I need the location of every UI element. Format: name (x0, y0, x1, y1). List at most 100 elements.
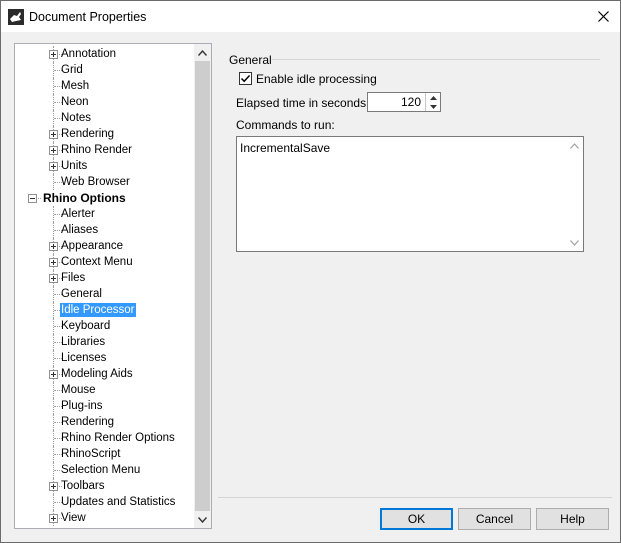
tree-item[interactable]: Toolbars (15, 478, 195, 494)
enable-idle-label[interactable]: Enable idle processing (256, 72, 377, 86)
tree-item-label[interactable]: Selection Menu (60, 463, 141, 477)
tree-item[interactable]: Modeling Aids (15, 366, 195, 382)
tree-item[interactable]: Appearance (15, 238, 195, 254)
close-icon (597, 11, 609, 22)
elapsed-time-stepper[interactable]: 120 (367, 92, 441, 112)
commands-scroll-up[interactable] (566, 137, 583, 154)
tree-scrollbar[interactable] (194, 44, 211, 528)
ok-button[interactable]: OK (380, 508, 453, 530)
tree-item[interactable]: Selection Menu (15, 462, 195, 478)
tree-item-label[interactable]: Web Browser (60, 175, 131, 189)
tree-item-label[interactable]: Files (60, 271, 86, 285)
chevron-down-icon (198, 516, 207, 523)
rhino-app-icon (8, 9, 24, 25)
tree-item[interactable]: Alerter (15, 206, 195, 222)
enable-idle-checkbox[interactable] (239, 72, 252, 85)
collapse-icon[interactable] (28, 194, 37, 203)
scroll-down-button[interactable] (194, 511, 211, 528)
tree-item[interactable]: Libraries (15, 334, 195, 350)
tree-item-label[interactable]: RhinoScript (60, 447, 121, 461)
commands-scroll-down[interactable] (566, 234, 583, 251)
tree-item-label[interactable]: General (60, 287, 103, 301)
tree-item-label[interactable]: Keyboard (60, 319, 111, 333)
tree-item-label[interactable]: Rhino Options (42, 191, 127, 205)
expand-icon[interactable] (49, 514, 58, 523)
tree-item[interactable]: Grid (15, 62, 195, 78)
tree-item[interactable]: Updates and Statistics (15, 494, 195, 510)
tree-item[interactable]: Web Browser (15, 174, 195, 190)
scroll-up-button[interactable] (194, 44, 211, 61)
tree-item-label[interactable]: Mesh (60, 79, 90, 93)
tree-item[interactable]: Licenses (15, 350, 195, 366)
tree-item-label[interactable]: Annotation (60, 47, 117, 61)
tree-item-label[interactable]: Rendering (60, 127, 115, 141)
cancel-button[interactable]: Cancel (458, 508, 531, 530)
scroll-thumb[interactable] (195, 61, 210, 511)
tree-item[interactable]: General (15, 286, 195, 302)
elapsed-time-label: Elapsed time in seconds: (236, 96, 370, 110)
chevron-down-icon (570, 239, 579, 246)
tree-item[interactable]: Context Menu (15, 254, 195, 270)
checkmark-icon (240, 74, 251, 83)
expand-icon[interactable] (49, 482, 58, 491)
commands-scrollbar[interactable] (566, 137, 583, 251)
stepper-down-button[interactable] (426, 102, 440, 111)
tree-item-label[interactable]: Updates and Statistics (60, 495, 176, 509)
tree-item-label[interactable]: Rhino Render (60, 143, 133, 157)
tree-item[interactable]: Rhino Options (15, 190, 195, 206)
document-properties-dialog: Document Properties Annotation Grid Mesh Ne… (0, 0, 621, 543)
tree-item[interactable]: Rendering (15, 414, 195, 430)
close-button[interactable] (586, 1, 620, 32)
expand-icon[interactable] (49, 162, 58, 171)
tree-item[interactable]: Units (15, 158, 195, 174)
tree-item[interactable]: Notes (15, 110, 195, 126)
tree-item[interactable]: Rendering (15, 126, 195, 142)
expand-icon[interactable] (49, 146, 58, 155)
tree-item-label[interactable]: Toolbars (60, 479, 105, 493)
expand-icon[interactable] (49, 258, 58, 267)
tree-item[interactable]: Annotation (15, 46, 195, 62)
general-group-title: General (229, 53, 272, 67)
tree-item-label[interactable]: Plug-ins (60, 399, 104, 413)
tree-item-label[interactable]: Grid (60, 63, 84, 77)
stepper-up-button[interactable] (426, 93, 440, 102)
tree-item-label[interactable]: Rendering (60, 415, 115, 429)
tree-item-label[interactable]: Notes (60, 111, 92, 125)
tree-item-label[interactable]: Context Menu (60, 255, 134, 269)
tree-item-label[interactable]: Aliases (60, 223, 99, 237)
expand-icon[interactable] (49, 242, 58, 251)
commands-text[interactable]: IncrementalSave (240, 141, 330, 155)
expand-icon[interactable] (49, 370, 58, 379)
tree-item[interactable]: Files (15, 270, 195, 286)
tree-item-label[interactable]: Idle Processor (60, 303, 136, 317)
elapsed-time-value[interactable]: 120 (401, 95, 421, 109)
tree-item-label[interactable]: View (60, 511, 87, 525)
tree-item-label[interactable]: Units (60, 159, 88, 173)
tree-item-label[interactable]: Appearance (60, 239, 124, 253)
expand-icon[interactable] (49, 274, 58, 283)
tree-item-label[interactable]: Alerter (60, 207, 96, 221)
footer-divider (218, 497, 612, 498)
tree-item-label[interactable]: Rhino Render Options (60, 431, 176, 445)
tree-item-label[interactable]: Modeling Aids (60, 367, 134, 381)
tree-item[interactable]: Mouse (15, 382, 195, 398)
tree-item-label[interactable]: Libraries (60, 335, 106, 349)
tree-item[interactable]: Plug-ins (15, 398, 195, 414)
tree-item[interactable]: View (15, 510, 195, 526)
help-button[interactable]: Help (536, 508, 609, 530)
tree-item-label[interactable]: Neon (60, 95, 90, 109)
options-tree[interactable]: Annotation Grid Mesh Neon Notes Rendering Rhin… (14, 43, 212, 529)
tree-item[interactable]: Neon (15, 94, 195, 110)
tree-item[interactable]: Rhino Render (15, 142, 195, 158)
commands-textarea[interactable]: IncrementalSave (236, 136, 584, 252)
tree-item[interactable]: Aliases (15, 222, 195, 238)
expand-icon[interactable] (49, 50, 58, 59)
tree-item[interactable]: Rhino Render Options (15, 430, 195, 446)
tree-item[interactable]: RhinoScript (15, 446, 195, 462)
tree-item-label[interactable]: Mouse (60, 383, 97, 397)
tree-item-label[interactable]: Licenses (60, 351, 107, 365)
tree-item[interactable]: Idle Processor (15, 302, 195, 318)
tree-item[interactable]: Mesh (15, 78, 195, 94)
expand-icon[interactable] (49, 130, 58, 139)
tree-item[interactable]: Keyboard (15, 318, 195, 334)
